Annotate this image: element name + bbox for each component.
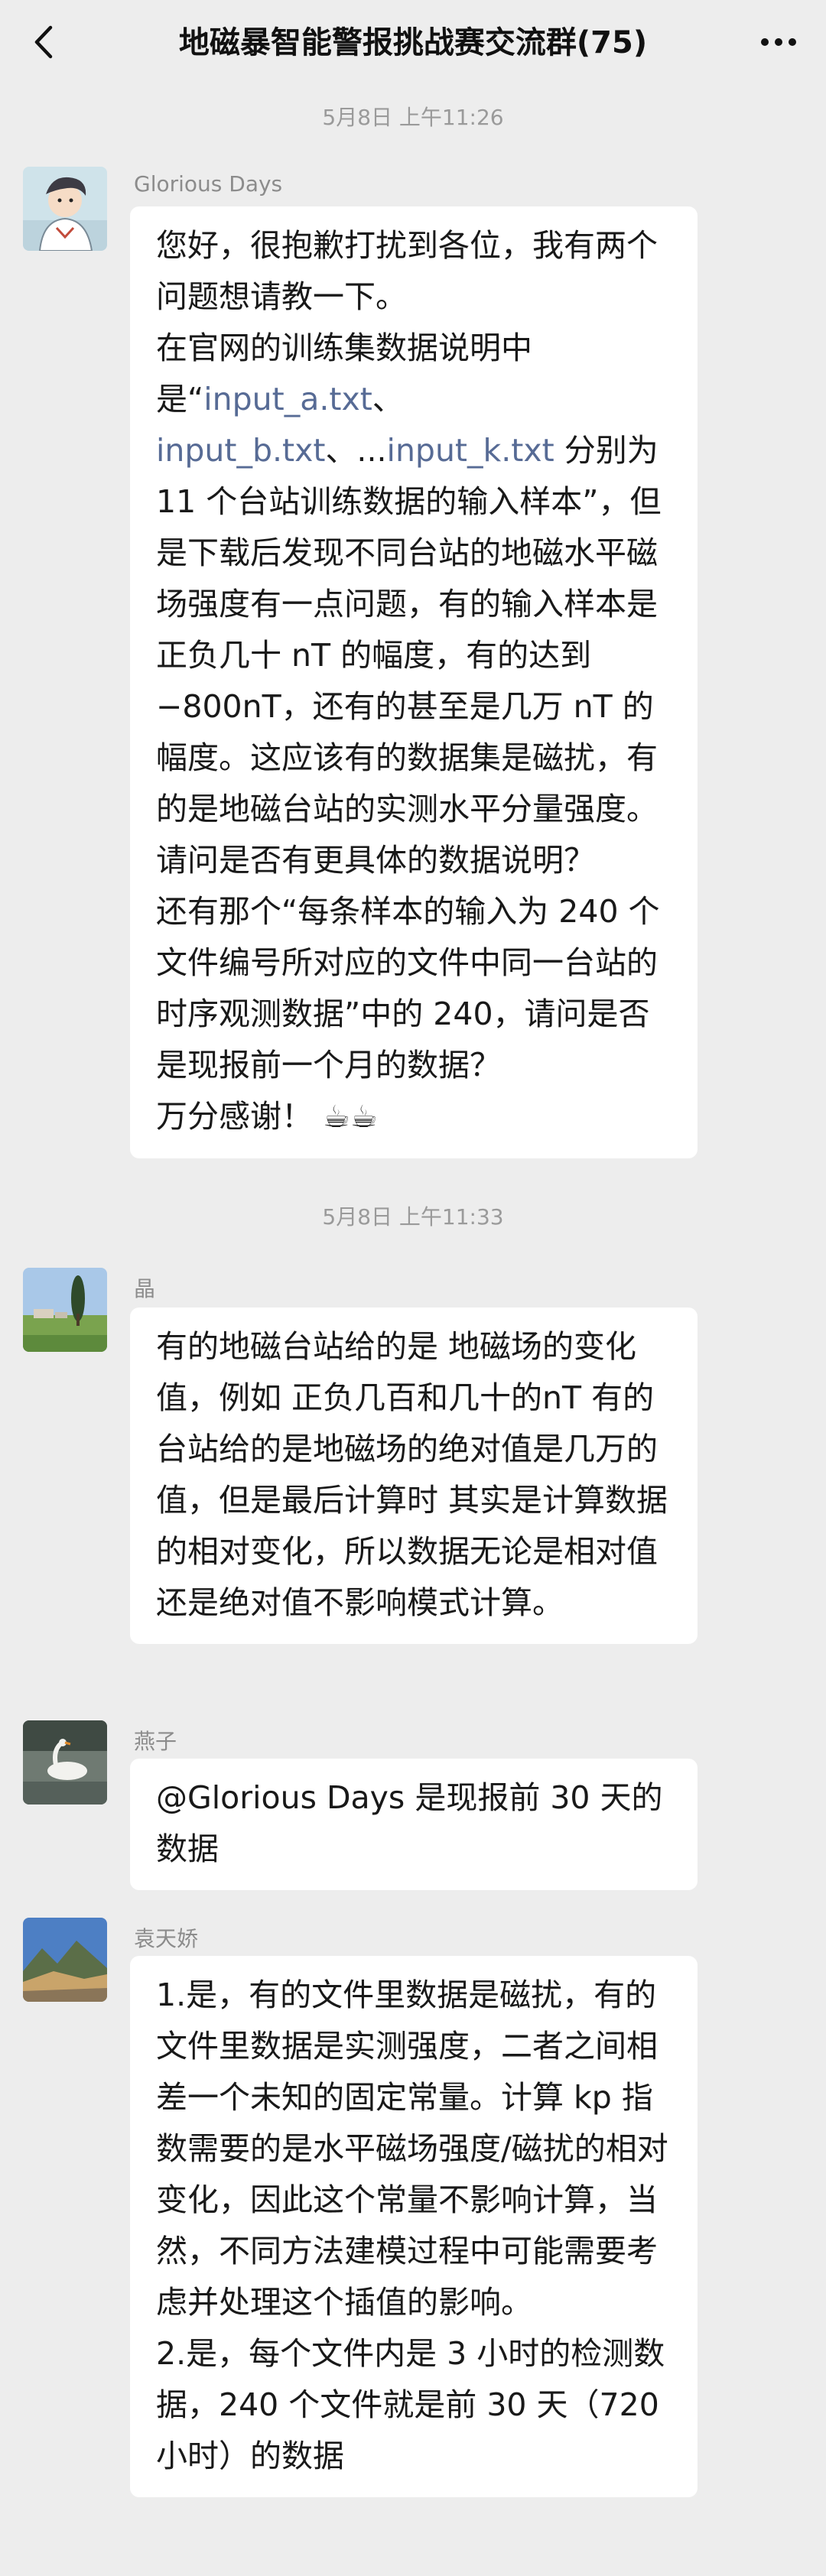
mention-link[interactable]: @Glorious Days xyxy=(156,1779,405,1816)
timestamp: 5月8日 上午11:26 xyxy=(322,105,504,130)
timestamp: 5月8日 上午11:33 xyxy=(322,1204,504,1230)
message-text: 2.是，每个文件内是 3 小时的检测数据，240 个文件就是前 30 天（720… xyxy=(156,2335,665,2474)
message-text: 、... xyxy=(325,432,387,469)
message-text: 、 xyxy=(372,381,404,417)
message-text: 还有那个“每条样本的输入为 240 个文件编号所对应的文件中同一台站的时序观测数… xyxy=(156,893,660,1083)
avatar-jing[interactable] xyxy=(23,1268,107,1352)
message-text: 分别为 11 个台站训练数据的输入样本”，但是下载后发现不同台站的地磁水平磁场强… xyxy=(156,432,662,879)
message-bubble[interactable]: 1.是，有的文件里数据是磁扰，有的文件里数据是实测强度，二者之间相差一个未知的固… xyxy=(130,1956,698,2497)
sender-name: 袁天娇 xyxy=(134,1926,199,1951)
message-bubble[interactable]: @Glorious Days 是现报前 30 天的数据 xyxy=(130,1759,698,1890)
file-link[interactable]: input_k.txt xyxy=(387,432,554,469)
message-bubble[interactable]: 您好，很抱歉打扰到各位，我有两个问题想请教一下。 在官网的训练集数据说明中是“i… xyxy=(130,206,698,1158)
message-bubble[interactable]: 有的地磁台站给的是 地磁场的变化值，例如 正负几百和几十的nT 有的台站给的是地… xyxy=(130,1307,698,1644)
file-link[interactable]: input_b.txt xyxy=(156,432,325,469)
coffee-emoji-icon: ☕☕ xyxy=(323,1100,378,1135)
sender-name: 晶 xyxy=(134,1276,156,1301)
message-text: 您好，很抱歉打扰到各位，我有两个问题想请教一下。 xyxy=(156,227,658,315)
chat-title: 地磁暴智能警报挑战赛交流群(75) xyxy=(178,25,648,60)
message-text: 万分感谢！ xyxy=(156,1098,313,1135)
message-text: 有的地磁台站给的是 地磁场的变化值，例如 正负几百和几十的nT 有的台站给的是地… xyxy=(156,1328,668,1621)
avatar-glorious-days[interactable] xyxy=(23,167,107,251)
more-options-icon[interactable] xyxy=(756,21,802,60)
avatar-yuan-tianjiao[interactable] xyxy=(23,1918,107,2002)
back-arrow-icon[interactable] xyxy=(26,23,64,61)
message-text: 1.是，有的文件里数据是磁扰，有的文件里数据是实测强度，二者之间相差一个未知的固… xyxy=(156,1977,668,2321)
avatar-yanzi[interactable] xyxy=(23,1720,107,1804)
sender-name: Glorious Days xyxy=(134,171,283,197)
title-bar: 地磁暴智能警报挑战赛交流群(75) xyxy=(0,0,826,84)
sender-name: 燕子 xyxy=(134,1729,177,1754)
file-link[interactable]: input_a.txt xyxy=(203,381,372,417)
